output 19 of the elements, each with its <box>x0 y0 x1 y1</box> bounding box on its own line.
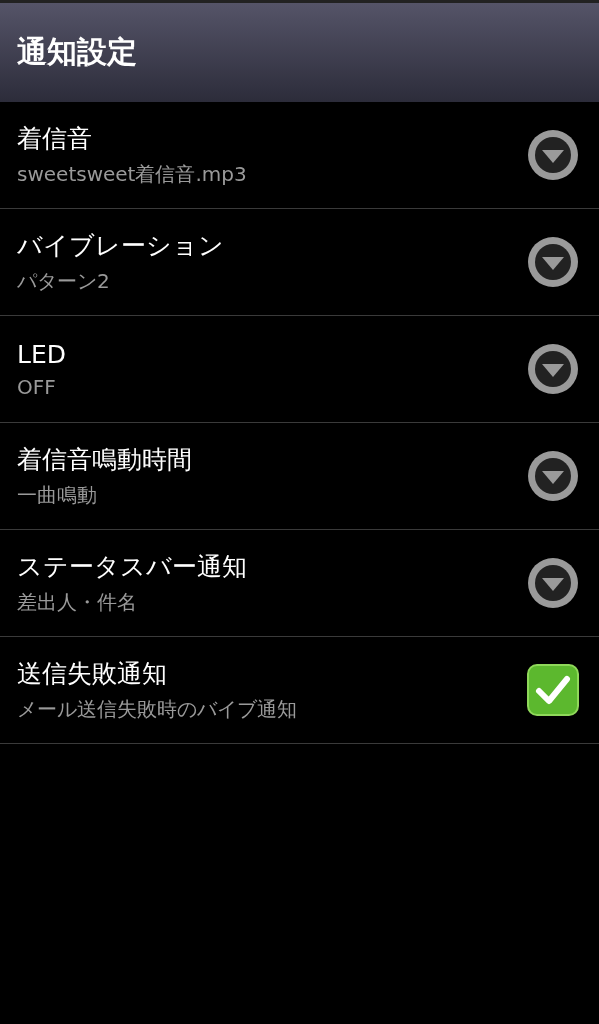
setting-summary: メール送信失敗時のバイブ通知 <box>17 696 297 723</box>
dropdown-icon[interactable] <box>526 235 580 289</box>
setting-title: 着信音鳴動時間 <box>17 444 192 476</box>
setting-title: ステータスバー通知 <box>17 551 247 583</box>
setting-summary: 差出人・件名 <box>17 589 137 616</box>
setting-title: 着信音 <box>17 123 92 155</box>
setting-title: LED <box>17 339 66 369</box>
dropdown-icon[interactable] <box>526 128 580 182</box>
dropdown-icon[interactable] <box>526 449 580 503</box>
setting-title: バイブレーション <box>17 230 224 262</box>
setting-title: 送信失敗通知 <box>17 658 167 690</box>
setting-summary: sweetsweet着信音.mp3 <box>17 161 247 188</box>
setting-summary: OFF <box>17 374 56 399</box>
checkbox[interactable] <box>526 663 580 717</box>
dropdown-icon[interactable] <box>526 556 580 610</box>
setting-summary: 一曲鳴動 <box>17 482 97 509</box>
screen-title: 通知設定 <box>17 33 137 71</box>
setting-summary: パターン2 <box>17 268 110 295</box>
dropdown-icon[interactable] <box>526 342 580 396</box>
